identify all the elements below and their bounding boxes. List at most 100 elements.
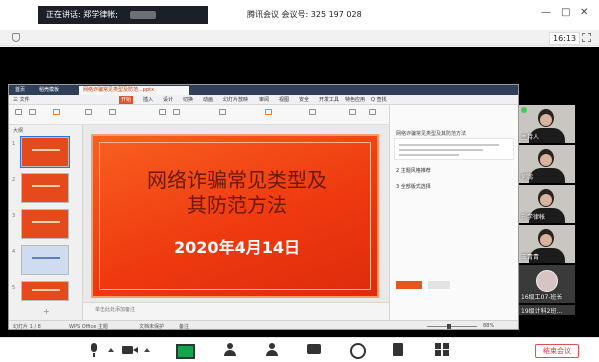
chat-icon[interactable] bbox=[306, 343, 322, 357]
shape-icon[interactable] bbox=[265, 109, 272, 115]
menu-view[interactable]: 视图 bbox=[279, 96, 289, 103]
minimize-button[interactable]: — bbox=[541, 7, 551, 18]
shield-icon[interactable] bbox=[12, 33, 20, 42]
menu-security[interactable]: 安全 bbox=[299, 96, 309, 103]
outline-tab[interactable]: 大纲 bbox=[13, 127, 23, 134]
participant-name: 16级工07-班长 bbox=[521, 294, 563, 301]
avatar bbox=[536, 270, 558, 292]
speaking-indicator: 正在讲话: 郑学律帐; bbox=[38, 6, 208, 24]
format-painter-icon[interactable] bbox=[53, 109, 60, 115]
shared-screen: 首页 稻壳模板 网络诈骗常见类型及防范...pptx 三 文件 开始 插入 设计… bbox=[8, 84, 519, 330]
bold-icon[interactable] bbox=[159, 109, 166, 115]
thumbnail-slide-5[interactable] bbox=[21, 281, 69, 301]
align-icon[interactable] bbox=[219, 109, 226, 115]
notes-toggle[interactable]: 备注 bbox=[179, 323, 189, 329]
current-slide[interactable]: 网络诈骗常见类型及 其防范方法 2020年4月14日 bbox=[91, 134, 379, 298]
thumb-number: 3 bbox=[12, 213, 16, 219]
tab-home[interactable]: 首页 bbox=[11, 86, 29, 95]
fullscreen-icon[interactable] bbox=[582, 33, 591, 42]
menu-search[interactable]: Q 查找 bbox=[371, 96, 387, 103]
more-button[interactable] bbox=[428, 281, 450, 289]
camera-icon[interactable] bbox=[122, 343, 138, 357]
share-screen-icon[interactable] bbox=[176, 343, 195, 359]
side-panel-item[interactable]: 2 主题风格推荐 bbox=[396, 167, 431, 174]
side-panel-title: 网络诈骗常见类型及其防范方法 bbox=[396, 131, 467, 137]
end-meeting-button[interactable]: 结束会议 bbox=[535, 344, 579, 358]
menu-review[interactable]: 审阅 bbox=[259, 96, 269, 103]
video-tile[interactable]: 何鹏 bbox=[519, 145, 575, 183]
side-panel-card[interactable] bbox=[394, 138, 514, 160]
slide-title-line-1: 网络诈骗常见类型及 bbox=[147, 168, 327, 192]
menu-transition[interactable]: 切换 bbox=[183, 96, 193, 103]
meeting-toolbar: 结束会议 bbox=[0, 337, 599, 362]
menu-developer[interactable]: 开发工具 bbox=[319, 96, 339, 103]
notes-placeholder: 单击此处添加备注 bbox=[95, 307, 136, 313]
layout-icon[interactable] bbox=[109, 109, 116, 115]
tab-templates[interactable]: 稻壳模板 bbox=[35, 86, 63, 95]
proofing-status: 文档未保护 bbox=[139, 324, 165, 330]
speaking-dot-icon bbox=[521, 107, 527, 113]
invite-icon[interactable] bbox=[222, 343, 238, 357]
tab-document[interactable]: 网络诈骗常见类型及防范...pptx bbox=[79, 86, 189, 95]
thumbnail-slide-3[interactable] bbox=[21, 209, 69, 239]
close-button[interactable]: ✕ bbox=[580, 7, 588, 18]
thumb-number: 4 bbox=[12, 249, 16, 255]
ribbon-toolbar bbox=[9, 105, 389, 125]
title-bar: 正在讲话: 郑学律帐; 腾讯会议 会议号: 325 197 028 — □ ✕ bbox=[0, 0, 599, 30]
menu-file[interactable]: 三 文件 bbox=[13, 96, 30, 103]
menu-start[interactable]: 开始 bbox=[121, 96, 131, 103]
paste-icon[interactable] bbox=[15, 109, 22, 115]
add-slide-button[interactable]: + bbox=[43, 307, 50, 316]
status-bar: 幻灯片 1 / 8 WPS Office 主题 文档未保护 备注 88% bbox=[9, 320, 518, 330]
participant-name: 郑学律帐 bbox=[521, 214, 546, 221]
blurred-region bbox=[130, 10, 157, 19]
ribbon-menu: 三 文件 开始 插入 设计 切换 动画 幻灯片放映 审阅 视图 安全 开发工具 … bbox=[9, 95, 518, 105]
thumbnail-slide-2[interactable] bbox=[21, 173, 69, 203]
reaction-icon[interactable] bbox=[348, 343, 366, 359]
speaking-label: 正在讲话: 郑学律帐; bbox=[46, 10, 118, 19]
meeting-title: 腾讯会议 会议号: 325 197 028 bbox=[247, 10, 362, 19]
picture-icon[interactable] bbox=[369, 109, 376, 115]
slide-editor: 网络诈骗常见类型及 其防范方法 2020年4月14日 单击此处添加备注 bbox=[83, 125, 389, 320]
members-icon[interactable] bbox=[264, 343, 280, 357]
thumbnail-slide-1[interactable] bbox=[20, 136, 70, 168]
meeting-window: 正在讲话: 郑学律帐; 腾讯会议 会议号: 325 197 028 — □ ✕ … bbox=[0, 0, 599, 362]
meeting-info-bar: 16:13 bbox=[0, 30, 599, 46]
participant-name: 主持人 bbox=[521, 134, 540, 141]
chevron-up-icon[interactable] bbox=[108, 348, 114, 352]
maximize-button[interactable]: □ bbox=[561, 7, 570, 18]
video-tile[interactable]: 郑学律帐 bbox=[519, 185, 575, 223]
menu-slideshow[interactable]: 幻灯片放映 bbox=[223, 96, 248, 103]
participant-video-strip: 主持人 何鹏 郑学律帐 王青青 16级工07-班长 19级计科2班... bbox=[519, 105, 575, 315]
italic-icon[interactable] bbox=[173, 109, 180, 115]
slide-title-line-2: 其防范方法 bbox=[187, 193, 287, 217]
notes-pane[interactable]: 单击此处添加备注 bbox=[83, 302, 389, 320]
chevron-up-icon[interactable] bbox=[144, 348, 150, 352]
menu-animation[interactable]: 动画 bbox=[203, 96, 213, 103]
apply-button[interactable] bbox=[396, 281, 422, 289]
new-slide-icon[interactable] bbox=[85, 109, 92, 115]
menu-insert[interactable]: 插入 bbox=[143, 96, 153, 103]
thumbnail-slide-4[interactable] bbox=[21, 245, 69, 275]
meeting-timer: 16:13 bbox=[549, 32, 581, 45]
menu-design[interactable]: 设计 bbox=[163, 96, 173, 103]
document-icon[interactable] bbox=[390, 343, 406, 357]
video-tile[interactable]: 王青青 bbox=[519, 225, 575, 263]
microphone-icon[interactable] bbox=[86, 343, 102, 357]
cut-icon[interactable] bbox=[29, 109, 36, 115]
menu-features[interactable]: 特色应用 bbox=[345, 96, 365, 103]
arrange-icon[interactable] bbox=[309, 109, 316, 115]
apps-icon[interactable] bbox=[434, 343, 450, 357]
thumb-number: 2 bbox=[12, 177, 16, 183]
zoom-slider-handle[interactable] bbox=[447, 324, 451, 329]
participant-name: 王青青 bbox=[521, 254, 540, 261]
side-panel-item[interactable]: 3 全部版式选择 bbox=[396, 183, 431, 190]
text-box-icon[interactable] bbox=[349, 109, 356, 115]
zoom-level[interactable]: 88% bbox=[483, 323, 494, 329]
video-tile[interactable]: 主持人 bbox=[519, 105, 575, 143]
wps-tab-bar: 首页 稻壳模板 网络诈骗常见类型及防范...pptx bbox=[9, 85, 518, 95]
video-tile[interactable]: 16级工07-班长 bbox=[519, 265, 575, 303]
thumb-number: 1 bbox=[12, 141, 16, 147]
video-tile[interactable]: 19级计科2班... bbox=[519, 305, 575, 315]
zoom-slider-track[interactable] bbox=[427, 326, 477, 327]
